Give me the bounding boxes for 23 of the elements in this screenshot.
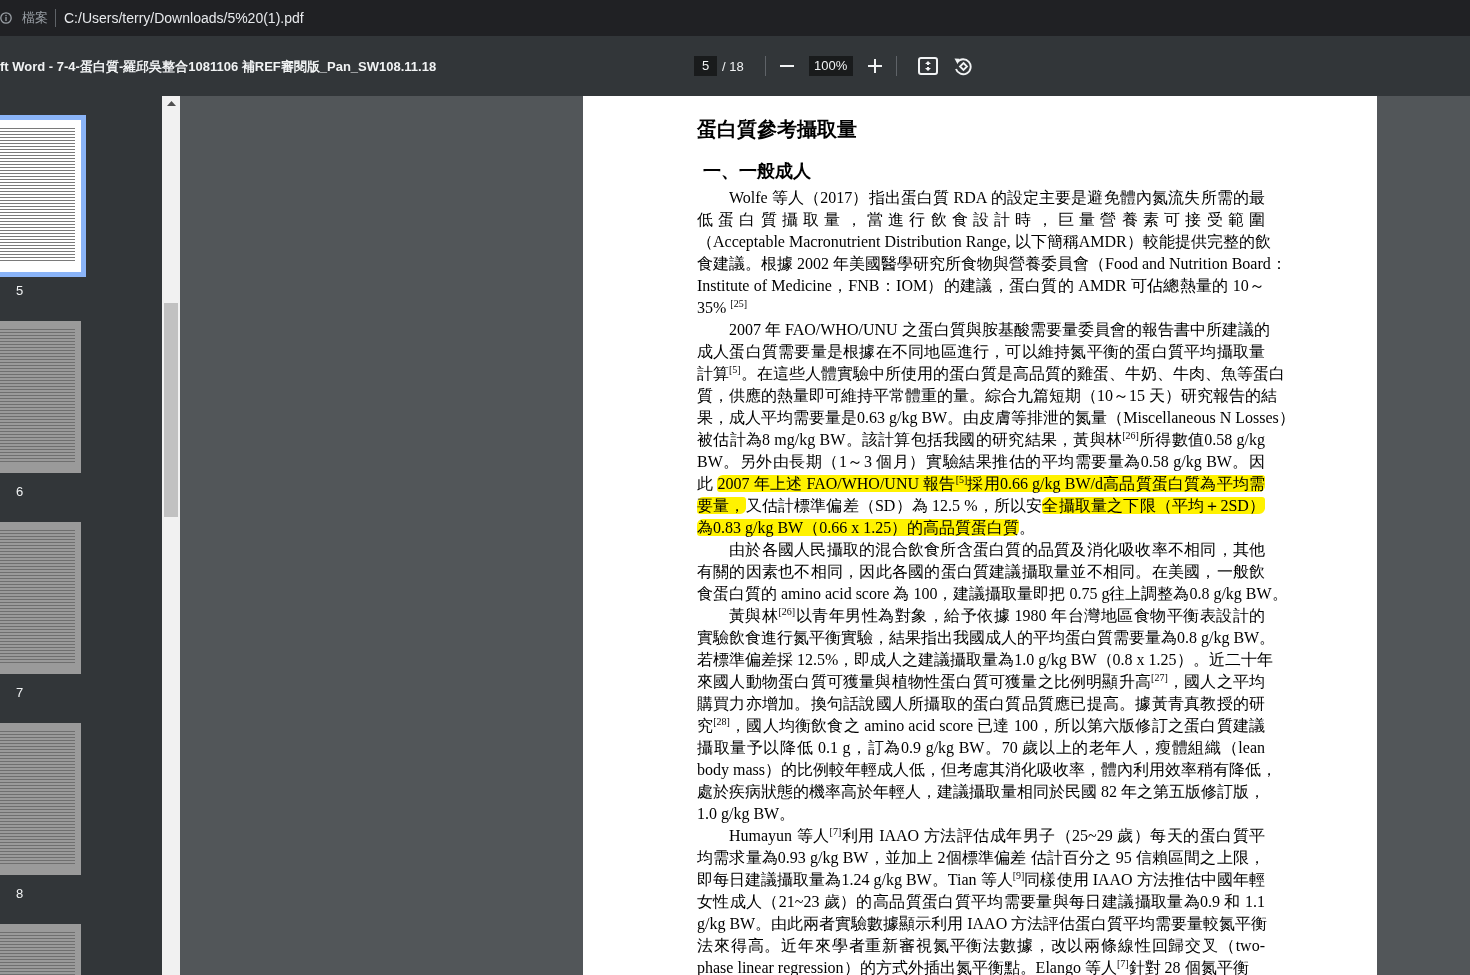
page-number-label: 7 bbox=[16, 684, 24, 702]
url-text[interactable]: C:/Users/terry/Downloads/5%20(1).pdf bbox=[64, 10, 304, 26]
page-title: 蛋白質參考攝取量 bbox=[697, 117, 857, 142]
section-heading: 一、一般成人 bbox=[703, 160, 811, 183]
rotate-icon bbox=[953, 56, 973, 76]
document-title: ft Word - 7-4-蛋白質-羅邱吳整合1081106 補REF審閱版_Pan_SW108.11.18 bbox=[0, 58, 437, 74]
page-number-label: 6 bbox=[16, 483, 24, 501]
zoom-field[interactable]: 100% bbox=[808, 56, 853, 76]
body-paragraph: 黃與林$^{[26]}$以青年男性為對象，給予依據 1980 年台灣地區食物平衡表設計的 實驗飲食進行氮平衡實驗，結果指出我國成人的平均蛋白質需要量為0.8 g/kg BW。 若標準偏差採 12.5%，即成人之建議攝取量為1.0 g/kg BW（0.8 x 1.25）。近二十年 來國人動物蛋白質可獲量與植物性蛋白質可獲量之比例明顯升高$^{[27]}$，國人之平均 購買力亦增加。換句話說國人所攝取的蛋白質品質應已提高。據黃青真教授的研 究$^{[28]}$，國人均衡飲食之 amino acid score 已達 100，所以第六版修訂之蛋白質建議 攝取量予以降低 0.1 g，訂為0.9 g/kg BW。70 歲以上的老年人，瘦體組織（lean body mass）的比例較年輕成人低，但考慮其消化吸收率，體內利用效率稍有降低， 處於疾病狀態的機率高於年輕人，建議攝取量相同於民國 82 年之第五版修訂版， 1.0 g/kg BW。 bbox=[697, 605, 1277, 825]
minus-icon bbox=[779, 65, 794, 67]
fit-page-icon bbox=[917, 57, 938, 75]
page-total: / 18 bbox=[722, 58, 744, 74]
scrollbar-thumb[interactable] bbox=[164, 303, 178, 517]
page-thumbnail[interactable] bbox=[0, 115, 86, 277]
body-paragraph: 由於各國人民攝取的混合飲食所含蛋白質的品質及消化吸收率不相同，其他 有關的因素也不相同，因此各國的蛋白質建議攝取量並不相同。在美國，一般飲 食蛋白質的 amino acid score 為 100，建議攝取量即把 0.75 g往上調整為0.8 g/kg BW。 bbox=[697, 540, 1288, 605]
page-number-label: 8 bbox=[16, 885, 24, 903]
page-number-field[interactable]: 5 bbox=[694, 56, 717, 76]
info-icon[interactable] bbox=[0, 12, 12, 24]
scheme-label: 檔案 bbox=[22, 9, 48, 27]
scroll-up-icon[interactable] bbox=[166, 101, 176, 106]
body-paragraph: Wolfe 等人（2017）指出蛋白質 RDA 的設定主要是避免體內氮流失所需的最 低蛋白質攝取量，當進行飲食設計時，巨量營養素可接受範圍 （Acceptable Macronutrient Distribution Range, 以下簡稱AMDR）較能提供完整的飲 食建議。根據 2002 年美國醫學研究所食物與營養委員會（Food and Nutrition Board： Institute of Medicine，FNB：IOM）的建議，蛋白質的 AMDR 可佔總熱量的 10～ 35% $^{[25]}$ bbox=[697, 188, 1287, 318]
page-number-label: 5 bbox=[16, 282, 24, 300]
plus-icon bbox=[867, 59, 882, 73]
